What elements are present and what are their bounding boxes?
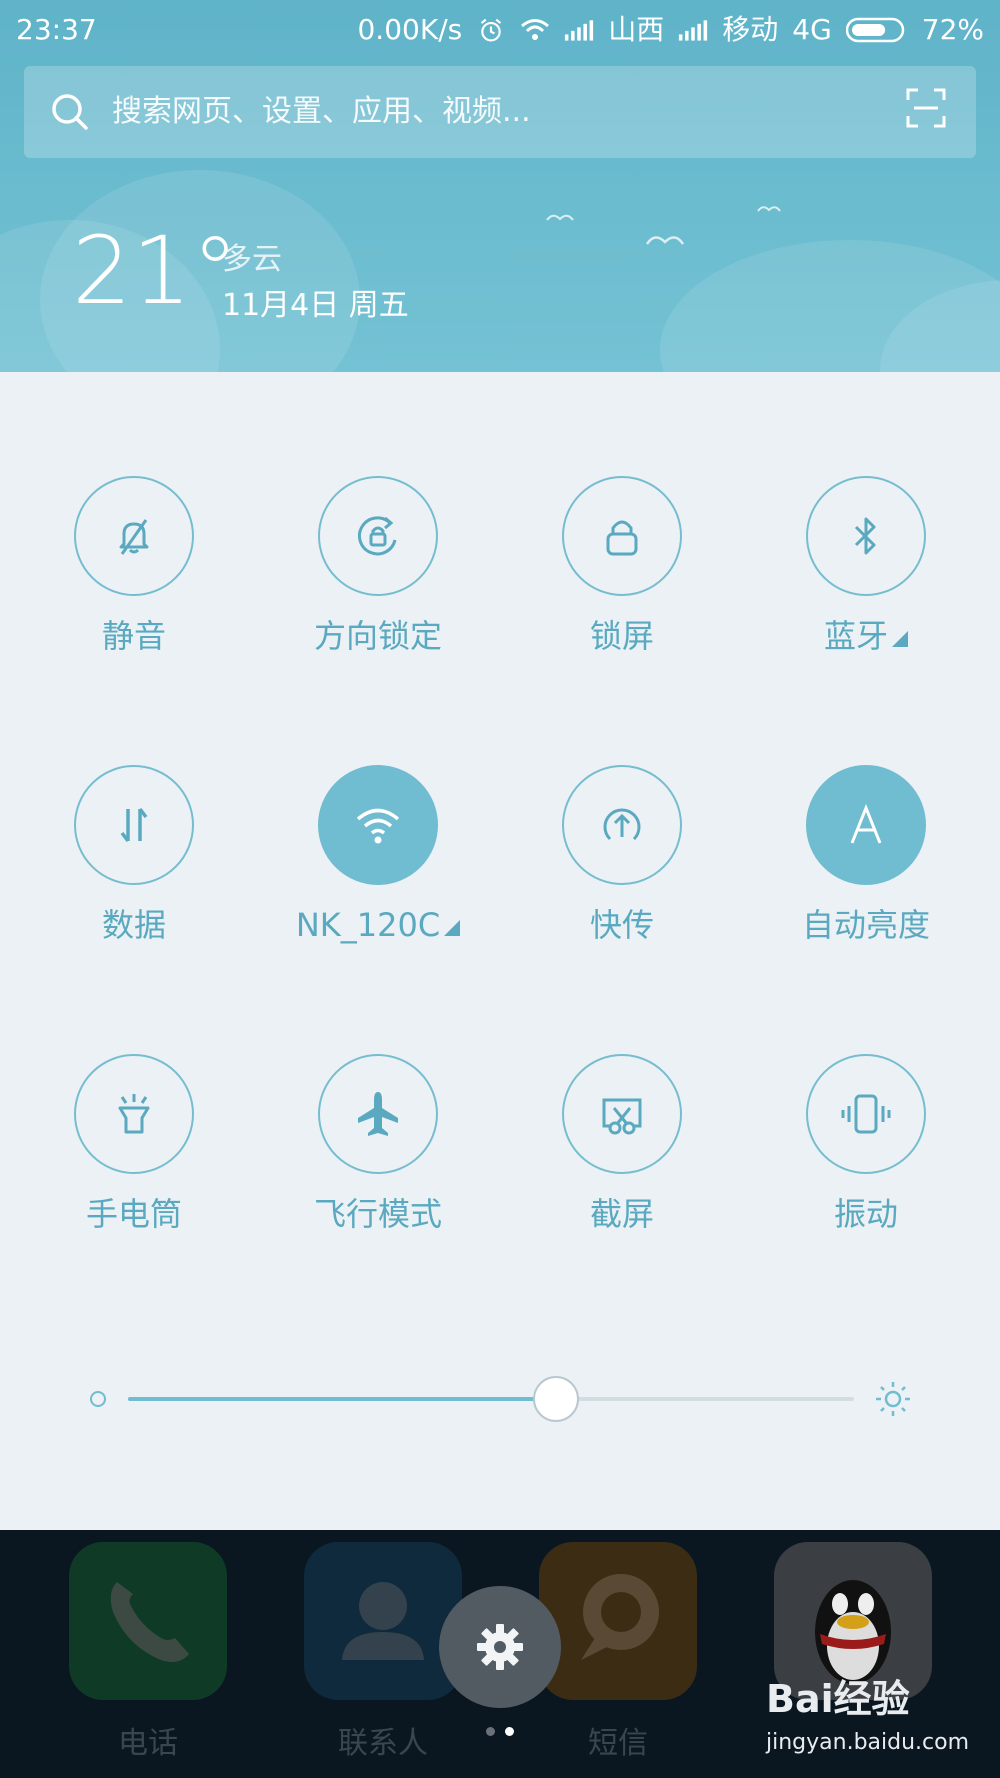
net-speed: 0.00K/s: [357, 13, 463, 46]
brightness-slider[interactable]: [128, 1397, 854, 1401]
lock-icon: [606, 520, 638, 556]
search-icon: [52, 94, 88, 130]
scan-icon[interactable]: [906, 88, 946, 128]
page-indicator-dot-active: [505, 1727, 514, 1736]
carrier-1: 山西: [608, 13, 665, 46]
battery-percent: 72%: [921, 13, 984, 46]
dock-label: 短信: [588, 1726, 648, 1761]
settings-button[interactable]: [439, 1586, 561, 1708]
search-bar[interactable]: 搜索网页、设置、应用、视频...: [24, 66, 976, 158]
tile-lock-screen[interactable]: 锁屏: [500, 476, 744, 676]
network-type: 4G: [792, 13, 832, 46]
flashlight-icon: [118, 1094, 150, 1134]
search-placeholder: 搜索网页、设置、应用、视频...: [112, 94, 531, 129]
bird-icon: [645, 236, 685, 245]
tile-label: 自动亮度: [801, 906, 930, 944]
quick-settings-panel: 静音 方向锁定 锁屏 蓝牙 数据 NK_120C 快传 自动亮度 手电筒 飞行模…: [0, 372, 1000, 1530]
menu-triangle-icon: [444, 920, 461, 936]
tile-circle[interactable]: [562, 765, 682, 885]
dock-app-messages[interactable]: [539, 1542, 697, 1700]
signal-icon: [679, 20, 708, 41]
dock-app-contacts[interactable]: [304, 1542, 462, 1700]
weather-condition: 多云: [222, 242, 282, 277]
tile-circle[interactable]: [806, 765, 926, 885]
tile-label: 数据: [101, 906, 166, 944]
brightness-low-icon: [90, 1391, 106, 1407]
dock-app-phone[interactable]: [69, 1542, 227, 1700]
wifi-icon: [521, 19, 550, 40]
tile-circle[interactable]: [74, 476, 194, 596]
tile-mute[interactable]: 静音: [12, 476, 256, 676]
contacts-icon: [342, 1582, 424, 1660]
battery-icon: [845, 17, 905, 43]
status-time: 23:37: [16, 13, 97, 46]
tile-label: 截屏: [589, 1195, 654, 1233]
tile-label: NK_120C: [256, 905, 500, 945]
watermark-url: jingyan.baidu.com: [766, 1730, 970, 1755]
signal-icon: [565, 20, 594, 41]
weather-date: 11月4日 周五: [222, 288, 409, 323]
page-indicator-dot: [486, 1727, 495, 1736]
bird-icon: [546, 214, 574, 221]
tile-circle[interactable]: [806, 476, 926, 596]
bell-muted-icon: [119, 519, 149, 555]
carrier-2: 移动: [722, 13, 779, 46]
tile-screenshot[interactable]: 截屏: [500, 1054, 744, 1254]
brightness-high-icon: [876, 1382, 910, 1416]
tile-auto-brightness[interactable]: 自动亮度: [744, 765, 988, 965]
auto-brightness-icon: [850, 803, 882, 844]
tile-vibrate[interactable]: 振动: [744, 1054, 988, 1254]
tile-circle[interactable]: [74, 1054, 194, 1174]
tile-circle[interactable]: [318, 765, 438, 885]
tile-rotation-lock[interactable]: 方向锁定: [256, 476, 500, 676]
tile-label: 飞行模式: [313, 1195, 442, 1233]
tile-label: 振动: [833, 1195, 898, 1233]
status-bar-right: 0.00K/s 山西 移动 4G 72%: [357, 10, 984, 50]
watermark-brand: Bai经验: [766, 1677, 910, 1721]
dock-label: 联系人: [338, 1726, 428, 1761]
brightness-slider-thumb[interactable]: [533, 1376, 580, 1422]
tile-circle[interactable]: [806, 1054, 926, 1174]
tile-label: 蓝牙: [744, 616, 988, 656]
baidu-jingyan-watermark: Bai经验 jingyan.baidu.com: [766, 1676, 970, 1766]
wifi-icon: [356, 808, 400, 844]
tile-circle[interactable]: [562, 476, 682, 596]
data-arrows-icon: [120, 807, 148, 843]
tile-label: 手电筒: [85, 1195, 182, 1233]
tile-bluetooth[interactable]: 蓝牙: [744, 476, 988, 676]
notification-header: 23:37 0.00K/s 山西 移动 4G 72% 搜索网页、设置、应用、视频…: [0, 0, 1000, 372]
tile-mobile-data[interactable]: 数据: [12, 765, 256, 965]
menu-triangle-icon: [892, 631, 908, 647]
tile-flashlight[interactable]: 手电筒: [12, 1054, 256, 1254]
tile-label: 快传: [589, 906, 654, 944]
tile-label: 方向锁定: [313, 617, 442, 655]
bird-icon: [757, 206, 781, 212]
tile-label: 锁屏: [589, 617, 654, 655]
tile-circle[interactable]: [318, 1054, 438, 1174]
quick-transfer-icon: [603, 808, 641, 841]
tile-quick-transfer[interactable]: 快传: [500, 765, 744, 965]
tile-circle[interactable]: [562, 1054, 682, 1174]
vibrate-icon: [841, 1094, 891, 1134]
tile-label: 静音: [101, 617, 166, 655]
tile-circle[interactable]: [318, 476, 438, 596]
tile-wifi[interactable]: NK_120C: [256, 765, 500, 965]
tile-circle[interactable]: [74, 765, 194, 885]
airplane-icon: [358, 1092, 398, 1136]
tile-airplane-mode[interactable]: 飞行模式: [256, 1054, 500, 1254]
rotation-lock-icon: [357, 516, 397, 556]
dock-label: 电话: [118, 1726, 178, 1761]
gear-icon: [477, 1624, 523, 1670]
message-icon: [581, 1574, 659, 1660]
screenshot-icon: [602, 1098, 642, 1135]
brightness-slider-fill: [128, 1397, 557, 1401]
alarm-icon: [481, 18, 502, 42]
bluetooth-icon: [854, 517, 876, 555]
weather-temperature: 21°: [72, 217, 239, 326]
phone-icon: [110, 1582, 189, 1662]
